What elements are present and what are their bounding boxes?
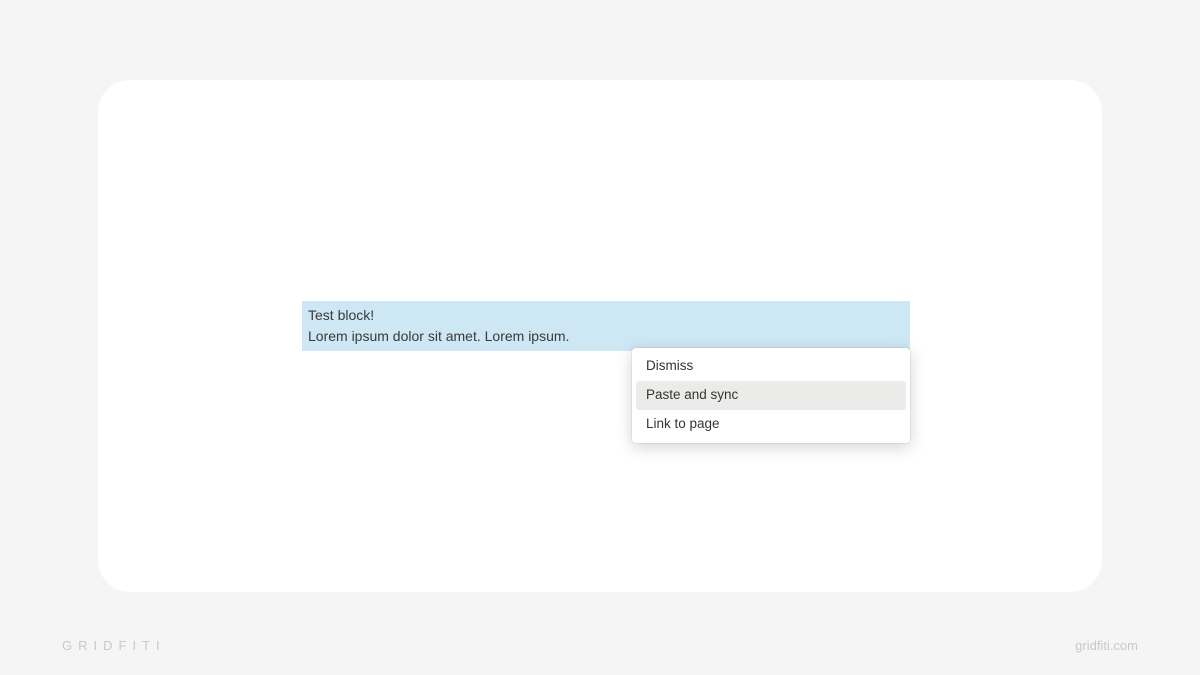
watermark-url: gridfiti.com [1075, 638, 1138, 653]
block-line-2: Lorem ipsum dolor sit amet. Lorem ipsum. [308, 326, 904, 347]
menu-item-label: Link to page [646, 416, 720, 431]
menu-item-label: Dismiss [646, 358, 693, 373]
block-line-1: Test block! [308, 305, 904, 326]
selected-text-block[interactable]: Test block! Lorem ipsum dolor sit amet. … [302, 301, 910, 351]
menu-item-label: Paste and sync [646, 387, 738, 402]
context-menu: Dismiss Paste and sync Link to page [632, 348, 910, 443]
menu-item-dismiss[interactable]: Dismiss [636, 352, 906, 381]
menu-item-paste-and-sync[interactable]: Paste and sync [636, 381, 906, 410]
watermark-brand: GRIDFITI [62, 638, 166, 653]
menu-item-link-to-page[interactable]: Link to page [636, 410, 906, 439]
